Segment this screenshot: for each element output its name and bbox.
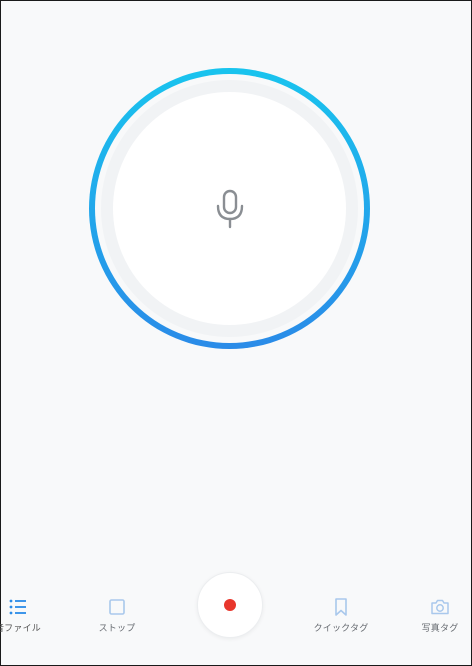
list-icon	[9, 599, 26, 615]
recording-level-ring	[89, 68, 370, 349]
photo-tag-label: 写真タグ	[421, 624, 459, 634]
files-label: 音ファイル	[0, 624, 41, 634]
record-dot-icon	[224, 599, 236, 611]
microphone-icon	[216, 189, 243, 228]
quick-tag-label: クイックタグ	[313, 624, 369, 634]
camera-icon	[431, 599, 449, 615]
record-button[interactable]	[197, 572, 263, 638]
ring-center	[113, 92, 346, 325]
stop-button[interactable]: ストップ	[82, 597, 152, 634]
files-button[interactable]: 音ファイル	[0, 597, 53, 634]
stop-square-icon	[109, 599, 125, 615]
recorder-screen: 音ファイル ストップ クイックタグ 写真タグ	[0, 1, 472, 665]
quick-tag-button[interactable]: クイックタグ	[306, 597, 376, 634]
bookmark-icon	[335, 598, 347, 616]
bottom-toolbar: 音ファイル ストップ クイックタグ 写真タグ	[0, 567, 472, 657]
stop-label: ストップ	[98, 624, 136, 634]
photo-tag-button[interactable]: 写真タグ	[405, 597, 472, 634]
